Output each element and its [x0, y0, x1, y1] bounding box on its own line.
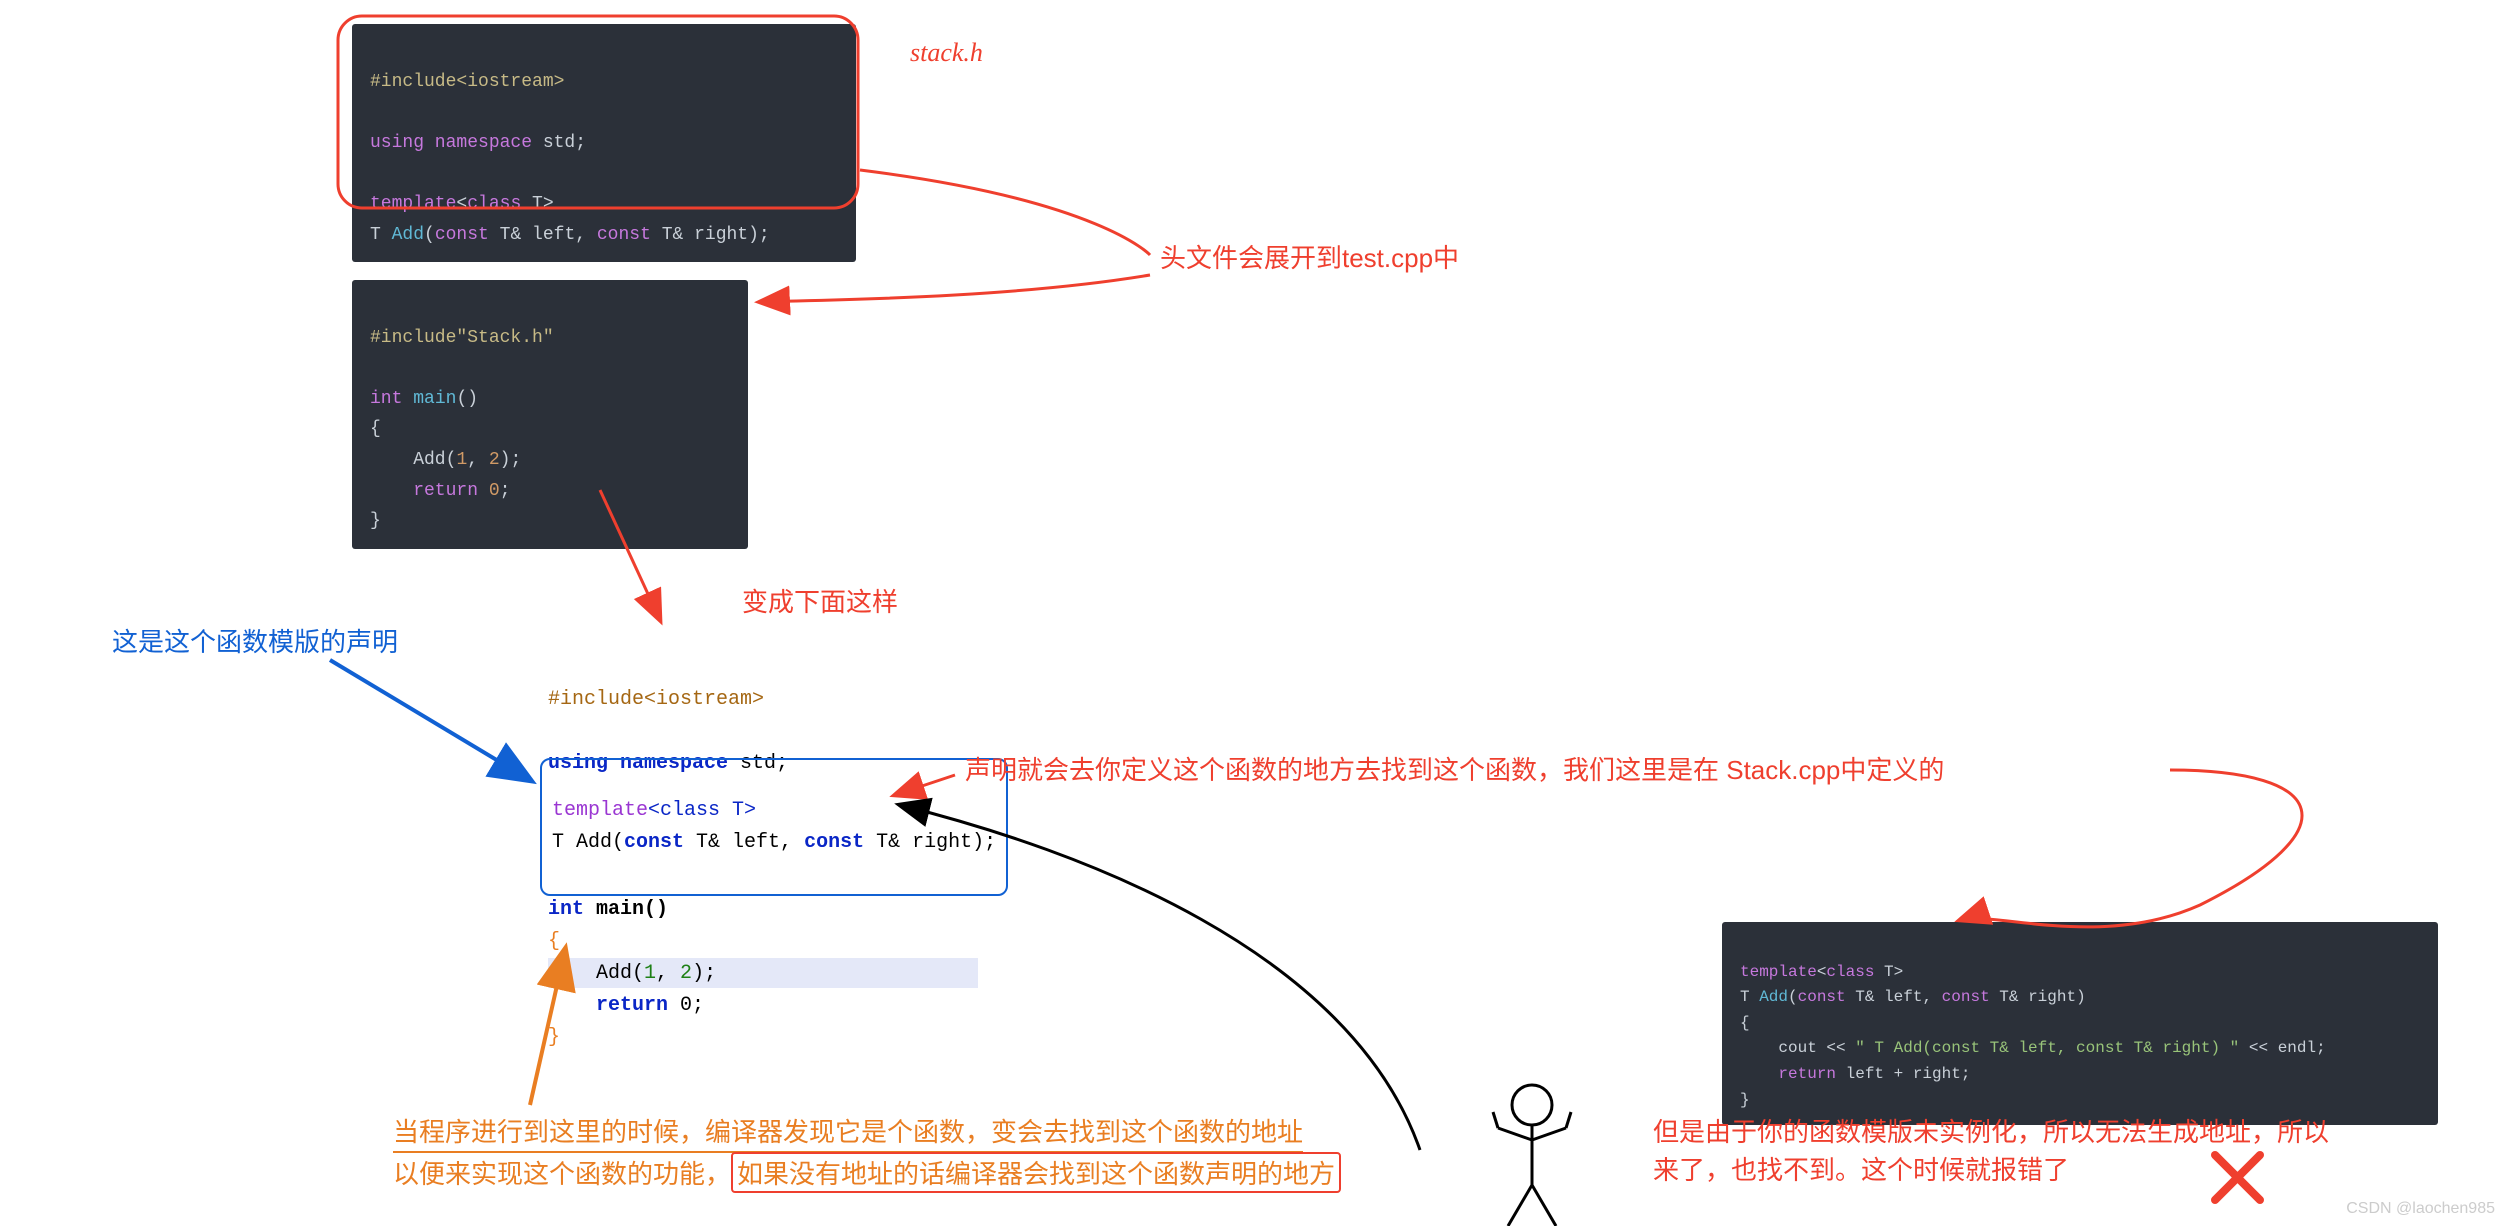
code-kw: return: [548, 994, 680, 1017]
code-text: (): [456, 389, 478, 409]
code-text: (: [446, 450, 457, 470]
label-orange-l2-wrap: 以便来实现这个函数的功能， 如果没有地址的话编译器会找到这个函数声明的地方: [393, 1152, 1341, 1193]
code-fn: main: [596, 898, 644, 921]
code-text: );: [500, 450, 522, 470]
arrow-stackh-out: [860, 170, 1150, 255]
label-orange-l1: 当程序进行到这里的时候，编译器发现它是个函数，变会去找到这个函数的地址: [393, 1112, 1303, 1153]
code-fn: main: [413, 389, 456, 409]
code-text: (: [424, 225, 435, 245]
code-text: left + right;: [1836, 1065, 1970, 1083]
code-kw: const: [1798, 988, 1846, 1006]
code-text: (: [1788, 988, 1798, 1006]
code-fn: Add: [392, 225, 424, 245]
code-text: Add: [370, 450, 446, 470]
code-kw: using namespace: [370, 133, 532, 153]
code-text: T: [1740, 988, 1759, 1006]
code-block-stackcpp: template<class T> T Add(const T& left, c…: [1722, 922, 2438, 1125]
code-text: );: [692, 962, 716, 985]
label-fail-l2: 来了，也找不到。这个时候就报错了: [1653, 1150, 2069, 1187]
code-line: #include<iostream>: [548, 688, 764, 711]
code-kw: int: [548, 898, 596, 921]
code-text: std;: [532, 133, 586, 153]
label-goto-definition: 声明就会去你定义这个函数的地方去找到这个函数，我们这里是在 Stack.cpp中…: [965, 750, 1944, 787]
watermark: CSDN @laochen985: [2346, 1200, 2495, 1218]
code-fn: Add: [1759, 988, 1788, 1006]
code-text: 0;: [680, 994, 704, 1017]
code-kw: int: [370, 389, 413, 409]
code-kw: return: [370, 481, 489, 501]
label-fail-l1: 但是由于你的函数模版未实例化，所以无法生成地址，所以: [1653, 1112, 2329, 1149]
code-brace: }: [548, 1026, 560, 1049]
code-text: ,: [656, 962, 680, 985]
code-text: T& right);: [651, 225, 770, 245]
code-text: <: [1817, 963, 1827, 981]
code-text: Add(: [548, 962, 644, 985]
code-num: 1: [456, 450, 467, 470]
code-text: T>: [1874, 963, 1903, 981]
code-block-stackh: #include<iostream> using namespace std; …: [352, 24, 856, 262]
label-become: 变成下面这样: [742, 582, 898, 619]
code-text: cout <<: [1740, 1039, 1855, 1057]
code-kw: const: [804, 831, 876, 854]
code-kw: const: [597, 225, 651, 245]
code-text: T& left,: [489, 225, 597, 245]
code-text: << endl;: [2239, 1039, 2325, 1057]
code-text: T& left,: [1846, 988, 1942, 1006]
code-kw: class: [467, 194, 521, 214]
code-text: {: [1740, 1014, 1750, 1032]
arrow-to-testcpp: [760, 275, 1150, 302]
code-text: <class T>: [648, 799, 756, 822]
label-declaration: 这是这个函数模版的声明: [112, 622, 398, 659]
code-block-expanded-main: int main() { Add(1, 2); return 0; }: [548, 862, 716, 1054]
arrow-decl-label: [330, 660, 530, 780]
label-orange-l2b-boxed: 如果没有地址的话编译器会找到这个函数声明的地方: [731, 1152, 1341, 1193]
code-text: T Add(: [552, 831, 624, 854]
label-header-expand: 头文件会展开到test.cpp中: [1160, 238, 1459, 275]
code-num: 2: [489, 450, 500, 470]
code-text: <: [456, 194, 467, 214]
code-text: {: [370, 419, 381, 439]
code-line: #include<iostream>: [370, 72, 564, 92]
arrow-to-stackcpp: [1960, 770, 2302, 927]
label-stackh: stack.h: [910, 38, 983, 68]
code-text: }: [1740, 1091, 1750, 1109]
code-kw: const: [1942, 988, 1990, 1006]
code-kw: const: [624, 831, 696, 854]
code-kw: template: [1740, 963, 1817, 981]
code-text: ;: [500, 481, 511, 501]
code-text: T>: [521, 194, 553, 214]
code-text: T& right);: [876, 831, 996, 854]
stick-figure: [1493, 1085, 1571, 1226]
code-num: 0: [489, 481, 500, 501]
code-line: #include"Stack.h": [370, 328, 554, 348]
code-kw: class: [1826, 963, 1874, 981]
code-num: 1: [644, 962, 656, 985]
code-kw: const: [435, 225, 489, 245]
code-block-testcpp: #include"Stack.h" int main() { Add(1, 2)…: [352, 280, 748, 549]
code-str: " T Add(const T& left, const T& right) ": [1855, 1039, 2239, 1057]
code-num: 2: [680, 962, 692, 985]
code-kw: return: [1740, 1065, 1836, 1083]
x-mark-icon: [2215, 1155, 2260, 1200]
code-text: T: [370, 225, 392, 245]
code-text: T& left,: [696, 831, 804, 854]
label-orange-l2a: 以便来实现这个函数的功能，: [393, 1154, 731, 1191]
code-text: ,: [467, 450, 489, 470]
code-text: }: [370, 511, 381, 531]
code-kw: template: [370, 194, 456, 214]
code-text: T& right): [1990, 988, 2086, 1006]
code-brace: {: [548, 930, 560, 953]
code-text: (): [644, 898, 668, 921]
code-kw: template: [552, 799, 648, 822]
